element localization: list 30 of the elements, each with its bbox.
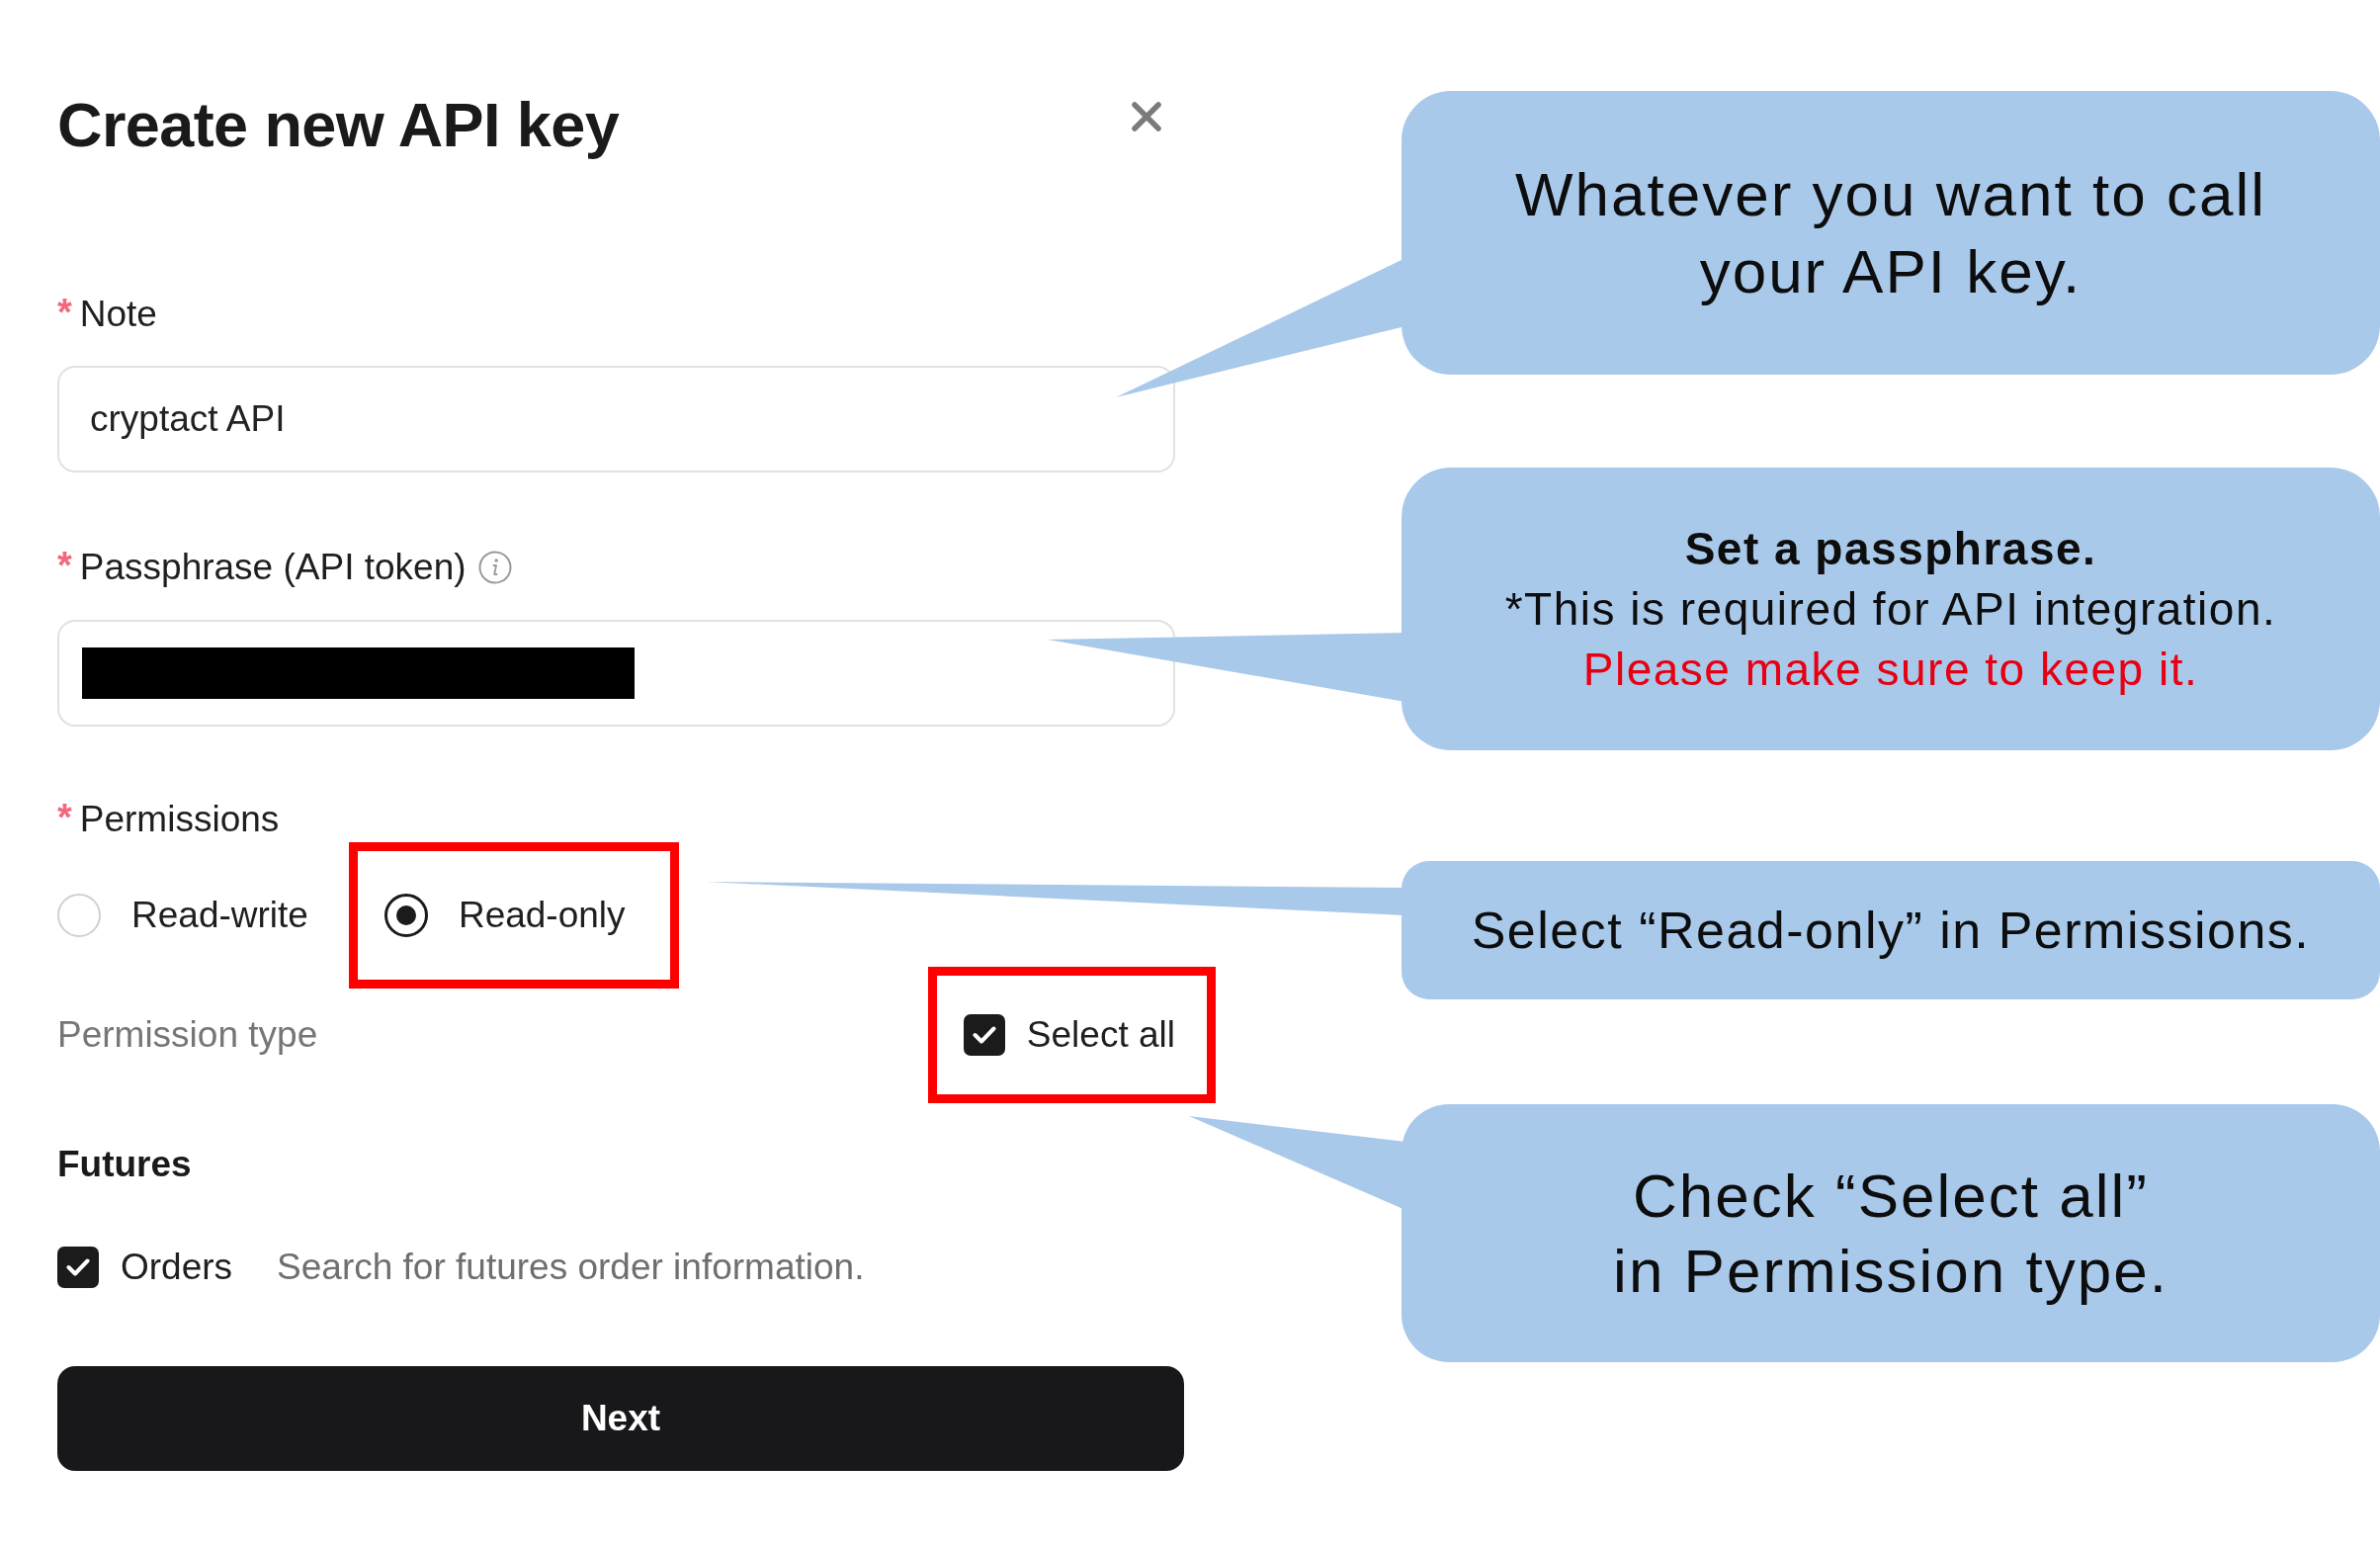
checkmark-icon xyxy=(972,1026,996,1044)
field-label: Permissions xyxy=(79,798,280,841)
next-button[interactable]: Next xyxy=(57,1366,1184,1471)
radio-label[interactable]: Read-write xyxy=(131,892,308,939)
callout-text: Select “Read-only” in Permissions. xyxy=(1471,901,2311,961)
item-description: Search for futures order information. xyxy=(277,1246,865,1289)
required-mark: * xyxy=(57,547,72,584)
text-field[interactable]: cryptact API xyxy=(57,366,1175,473)
checkbox-label[interactable]: Select all xyxy=(1026,1011,1175,1059)
section-label: Permission type xyxy=(57,1013,318,1057)
checkmark-icon xyxy=(66,1258,90,1276)
checkbox[interactable] xyxy=(57,1247,99,1288)
warning-text: Please make sure to keep it. xyxy=(1582,642,2199,697)
passphrase-field[interactable] xyxy=(57,620,1175,727)
field-label: Passphrase (API token) xyxy=(79,546,467,589)
info-icon[interactable] xyxy=(477,551,512,584)
callout-heading: Set a passphrase. xyxy=(1684,521,2097,576)
field-label: Note xyxy=(79,293,157,336)
callout-text: Check “Select all” in Permission type. xyxy=(1612,1160,2169,1307)
close-icon[interactable] xyxy=(1132,102,1161,131)
checkbox-label[interactable]: Orders xyxy=(121,1244,233,1291)
group-title: Futures xyxy=(57,1143,192,1186)
radio-label[interactable]: Read-only xyxy=(458,892,626,939)
dialog-title: Create new API key xyxy=(57,89,620,160)
callout-text: Whatever you want to call your API key. xyxy=(1514,158,2267,307)
required-mark: * xyxy=(57,294,72,331)
checkbox[interactable] xyxy=(963,1014,1005,1056)
radio-button[interactable] xyxy=(383,894,428,937)
required-mark: * xyxy=(57,799,72,836)
callout-text: *This is required for API integration. xyxy=(1504,581,2277,637)
